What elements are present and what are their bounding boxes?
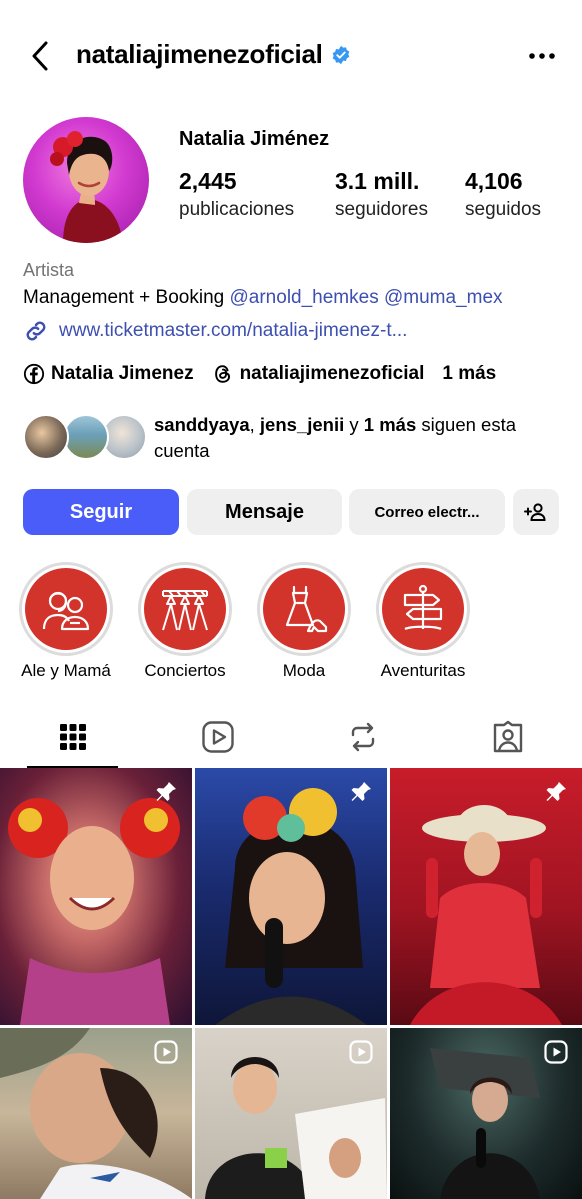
more-horizontal-icon <box>529 53 555 59</box>
email-button[interactable]: Correo electr... <box>349 489 505 535</box>
add-user-button[interactable] <box>513 489 559 535</box>
concert-stage-icon <box>162 590 208 631</box>
post-3[interactable] <box>390 768 582 1025</box>
highlight-label: Conciertos <box>144 661 226 680</box>
follower-more: 1 más <box>363 414 417 435</box>
highlight-disc <box>25 568 107 650</box>
highlight-ring <box>257 562 351 656</box>
post-1[interactable] <box>0 768 192 1025</box>
follower-name-2: jens_jenii <box>259 414 345 435</box>
highlight-label: Moda <box>282 661 326 680</box>
profile-link[interactable]: www.ticketmaster.com/natalia-jimenez-t..… <box>23 318 407 344</box>
follower-avatar-2 <box>63 414 109 460</box>
highlight-aventuritas[interactable]: Aventuritas <box>375 562 471 681</box>
grid-icon <box>59 724 86 750</box>
profile-tabs <box>0 708 582 768</box>
bio-mention-muma[interactable]: @muma_mex <box>384 287 503 308</box>
highlight-moda[interactable]: Moda <box>256 562 352 681</box>
highlight-ale-y-mama[interactable]: Ale y Mamá <box>18 562 114 681</box>
post-6[interactable] <box>390 1028 582 1199</box>
tab-tagged[interactable] <box>435 708 580 766</box>
highlight-ring <box>376 562 470 656</box>
follower-avatar-1 <box>23 414 69 460</box>
message-button[interactable]: Mensaje <box>187 489 342 535</box>
follower-separator: , <box>249 414 260 435</box>
top-bar: nataliajimenezoficial <box>0 30 582 82</box>
follower-name-1: sanddyaya <box>154 414 250 435</box>
profile-category: Artista <box>23 260 75 280</box>
follower-conjunction: y <box>344 414 364 435</box>
stat-posts-value: 2,445 <box>179 168 237 194</box>
family-icon <box>42 591 90 631</box>
post-5[interactable] <box>195 1028 387 1199</box>
post-4[interactable] <box>0 1028 192 1199</box>
profile-avatar[interactable] <box>23 117 149 243</box>
chevron-left-icon <box>32 41 48 71</box>
post-image <box>215 788 367 1025</box>
stat-posts[interactable]: 2,445 publicaciones <box>179 168 294 221</box>
username-text: nataliajimenezoficial <box>76 39 323 69</box>
reel-play-icon <box>544 1040 568 1064</box>
stat-following[interactable]: 4,106 seguidos <box>465 168 541 221</box>
tab-grid[interactable] <box>0 708 145 768</box>
tab-reels[interactable] <box>145 708 290 766</box>
profile-bio: Management + Booking @arnold_hemkes @mum… <box>23 287 503 309</box>
link-text: www.ticketmaster.com/natalia-jimenez-t..… <box>59 320 408 341</box>
highlight-disc <box>263 568 345 650</box>
post-image <box>410 805 562 1025</box>
reels-icon <box>201 721 234 753</box>
facebook-link[interactable]: Natalia Jimenez <box>23 363 194 385</box>
stat-followers[interactable]: 3.1 mill. seguidores <box>335 168 428 221</box>
signpost-icon <box>403 584 443 631</box>
avatar-photo <box>50 131 123 243</box>
stat-followers-value: 3.1 mill. <box>335 168 420 194</box>
highlight-disc <box>382 568 464 650</box>
pin-icon <box>156 782 176 801</box>
bio-mention-arnold[interactable]: @arnold_hemkes <box>230 287 379 308</box>
highlight-ring <box>19 562 113 656</box>
follow-button[interactable]: Seguir <box>23 489 179 535</box>
highlight-disc <box>144 568 226 650</box>
more-links[interactable]: 1 más <box>442 363 496 385</box>
bio-text: Management + Booking <box>23 287 230 308</box>
person-add-icon <box>524 503 546 521</box>
more-options-button[interactable] <box>524 40 560 72</box>
threads-link[interactable]: nataliajimenezoficial <box>212 363 425 385</box>
reel-play-icon <box>349 1040 373 1064</box>
profile-full-name: Natalia Jiménez <box>179 128 330 150</box>
post-2[interactable] <box>195 768 387 1025</box>
reposts-icon <box>351 722 374 752</box>
highlight-label: Ale y Mamá <box>21 661 111 680</box>
facebook-label: Natalia Jimenez <box>51 363 194 384</box>
tagged-icon <box>493 720 522 753</box>
threads-label: nataliajimenezoficial <box>239 363 425 384</box>
pin-icon <box>351 782 371 801</box>
stat-followers-label: seguidores <box>335 199 428 220</box>
followed-by-text: sanddyaya, jens_jenii y 1 más siguen est… <box>154 412 554 464</box>
back-button[interactable] <box>22 38 58 74</box>
dress-shoe-icon <box>285 585 328 633</box>
threads-icon <box>214 365 230 383</box>
pin-icon <box>546 782 566 801</box>
profile-username: nataliajimenezoficial <box>76 39 351 70</box>
facebook-icon <box>23 363 45 385</box>
link-icon <box>26 321 46 341</box>
stat-posts-label: publicaciones <box>179 199 295 220</box>
highlight-ring <box>138 562 232 656</box>
highlight-label: Aventuritas <box>380 661 466 680</box>
stat-following-label: seguidos <box>465 199 542 220</box>
social-links: Natalia Jimenez nataliajimenezoficial 1 … <box>23 363 514 385</box>
tab-reposts[interactable] <box>290 708 435 766</box>
followed-by[interactable]: sanddyaya, jens_jenii y 1 más siguen est… <box>23 412 563 464</box>
verified-badge-icon <box>332 45 349 64</box>
highlight-conciertos[interactable]: Conciertos <box>137 562 233 681</box>
post-image <box>8 798 180 1025</box>
reel-play-icon <box>154 1040 178 1064</box>
more-links-label: 1 más <box>442 363 497 384</box>
stat-following-value: 4,106 <box>465 168 523 194</box>
